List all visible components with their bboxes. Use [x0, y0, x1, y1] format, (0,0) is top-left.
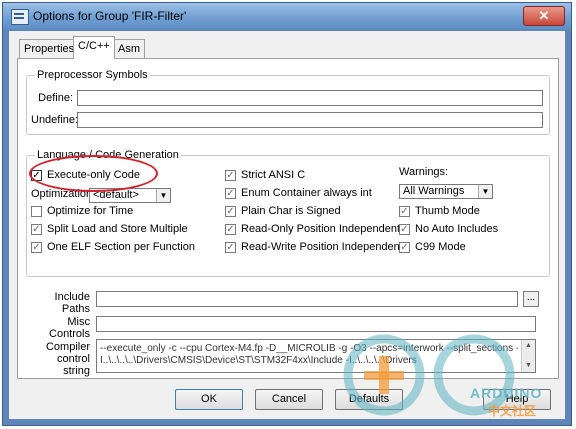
- compiler-control-label-line2: control: [56, 353, 90, 365]
- chevron-down-icon: ▼: [478, 185, 492, 198]
- language-group-label: Language / Code Generation: [35, 149, 181, 161]
- no-auto-includes-label: No Auto Includes: [415, 223, 499, 235]
- execute-only-label: Execute-only Code: [47, 169, 140, 181]
- scroll-down-icon[interactable]: ▼: [522, 360, 535, 372]
- thumb-mode-label: Thumb Mode: [415, 205, 480, 217]
- one-elf-section-label: One ELF Section per Function: [47, 241, 195, 253]
- split-load-store-label: Split Load and Store Multiple: [47, 223, 188, 235]
- execute-only-checkbox[interactable]: ✓: [31, 170, 42, 181]
- include-paths-label-line2: Paths: [61, 303, 90, 315]
- preprocessor-group-label: Preprocessor Symbols: [35, 69, 150, 81]
- strict-ansi-c-checkbox[interactable]: ✓: [225, 170, 236, 181]
- compiler-control-label: Compiler control string: [24, 341, 90, 377]
- optimize-time-checkbox[interactable]: [31, 206, 42, 217]
- cancel-button[interactable]: Cancel: [255, 389, 323, 410]
- no-auto-includes-checkbox[interactable]: ✓: [399, 224, 410, 235]
- rw-position-independent-checkbox[interactable]: ✓: [225, 242, 236, 253]
- plain-char-signed-checkbox[interactable]: ✓: [225, 206, 236, 217]
- strict-ansi-c-label: Strict ANSI C: [241, 169, 306, 181]
- optimization-select[interactable]: <default> ▼: [89, 188, 171, 203]
- misc-controls-input[interactable]: [96, 316, 536, 332]
- preprocessor-group: Preprocessor Symbols Define: Undefine:: [26, 69, 550, 135]
- tab-c-cpp[interactable]: C/C++: [73, 36, 115, 59]
- rw-position-independent-label: Read-Write Position Independent: [241, 241, 403, 253]
- close-button[interactable]: ✕: [523, 6, 565, 26]
- ok-button[interactable]: OK: [175, 389, 243, 410]
- plain-char-signed-label: Plain Char is Signed: [241, 205, 341, 217]
- misc-controls-label-line1: Misc: [67, 316, 90, 328]
- misc-controls-label-line2: Controls: [49, 328, 90, 340]
- chevron-down-icon: ▼: [156, 189, 170, 202]
- undefine-input[interactable]: [77, 112, 543, 128]
- optimization-label: Optimization:: [31, 188, 96, 200]
- compiler-control-label-line3: string: [63, 365, 90, 377]
- title-bar[interactable]: Options for Group 'FIR-Filter' ✕: [3, 3, 571, 29]
- window-icon: [11, 9, 29, 25]
- c99-mode-label: C99 Mode: [415, 241, 466, 253]
- include-paths-label-line1: Include: [54, 291, 90, 303]
- compiler-control-line1: --execute_only -c --cpu Cortex-M4.fp -D_…: [100, 343, 518, 354]
- options-dialog: Options for Group 'FIR-Filter' ✕ Propert…: [2, 2, 572, 426]
- define-label: Define:: [38, 92, 73, 104]
- c-cpp-panel: Preprocessor Symbols Define: Undefine: L…: [17, 58, 559, 379]
- dialog-client: Properties C/C++ Asm Preprocessor Symbol…: [9, 31, 565, 419]
- tab-properties[interactable]: Properties: [19, 39, 80, 58]
- tab-asm[interactable]: Asm: [113, 39, 145, 58]
- misc-controls-label: Misc Controls: [24, 316, 90, 340]
- warnings-select[interactable]: All Warnings ▼: [399, 184, 493, 199]
- defaults-button[interactable]: Defaults: [335, 389, 403, 410]
- watermark-subtext: 中文社区: [488, 404, 537, 418]
- scroll-up-icon[interactable]: ▲: [522, 340, 535, 352]
- compiler-control-label-line1: Compiler: [45, 341, 90, 353]
- c99-mode-checkbox[interactable]: ✓: [399, 242, 410, 253]
- watermark-text: ARDUINO: [470, 385, 543, 401]
- ro-position-independent-label: Read-Only Position Independent: [241, 223, 400, 235]
- thumb-mode-checkbox[interactable]: ✓: [399, 206, 410, 217]
- ro-position-independent-checkbox[interactable]: ✓: [225, 224, 236, 235]
- include-paths-label: Include Paths: [24, 291, 90, 315]
- warnings-label: Warnings:: [399, 166, 449, 178]
- window-title: Options for Group 'FIR-Filter': [33, 9, 187, 23]
- split-load-store-checkbox[interactable]: ✓: [31, 224, 42, 235]
- one-elf-section-checkbox[interactable]: ✓: [31, 242, 42, 253]
- define-input[interactable]: [77, 90, 543, 106]
- include-paths-input[interactable]: [96, 291, 518, 307]
- compiler-control-line2: I..\..\..\..\Drivers\CMSIS\Device\ST\STM…: [100, 355, 417, 366]
- undefine-label: Undefine:: [31, 114, 79, 126]
- language-group: Language / Code Generation ✓ Execute-onl…: [26, 149, 550, 277]
- include-paths-browse-button[interactable]: ...: [523, 291, 539, 307]
- compiler-control-string[interactable]: --execute_only -c --cpu Cortex-M4.fp -D_…: [96, 339, 536, 373]
- optimize-time-label: Optimize for Time: [47, 205, 134, 217]
- enum-container-label: Enum Container always int: [241, 187, 372, 199]
- warnings-value: All Warnings: [403, 185, 465, 197]
- scrollbar[interactable]: ▲ ▼: [521, 340, 535, 372]
- enum-container-checkbox[interactable]: ✓: [225, 188, 236, 199]
- optimization-value: <default>: [93, 189, 139, 201]
